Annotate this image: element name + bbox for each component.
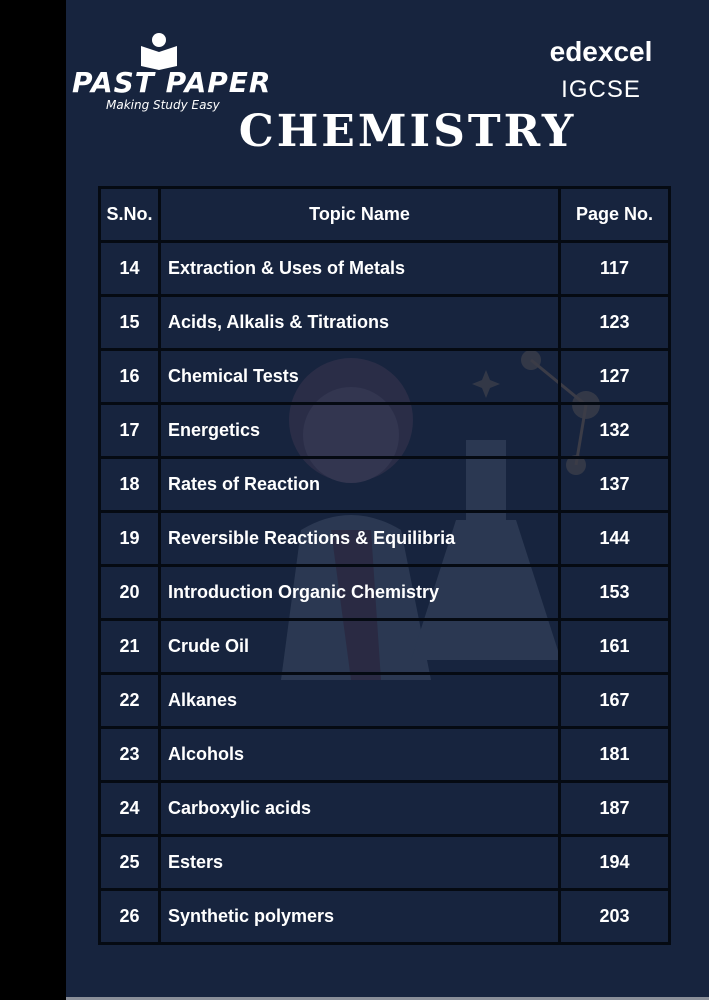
row-page: 194 [558, 834, 671, 891]
row-topic: Alcohols [158, 726, 561, 783]
row-page: 161 [558, 618, 671, 675]
book-reader-logo-icon [141, 33, 177, 70]
row-sno: 15 [98, 294, 161, 351]
row-page: 181 [558, 726, 671, 783]
row-topic: Acids, Alkalis & Titrations [158, 294, 561, 351]
row-sno: 17 [98, 402, 161, 459]
table-row: 24 Carboxylic acids 187 [98, 780, 671, 837]
header-topic: Topic Name [158, 186, 561, 243]
row-sno: 23 [98, 726, 161, 783]
row-page: 167 [558, 672, 671, 729]
row-sno: 16 [98, 348, 161, 405]
row-page: 203 [558, 888, 671, 945]
row-page: 117 [558, 240, 671, 297]
row-sno: 19 [98, 510, 161, 567]
table-row: 17 Energetics 132 [98, 402, 671, 459]
row-sno: 18 [98, 456, 161, 513]
row-topic: Extraction & Uses of Metals [158, 240, 561, 297]
row-page: 123 [558, 294, 671, 351]
table-row: 22 Alkanes 167 [98, 672, 671, 729]
table-row: 25 Esters 194 [98, 834, 671, 891]
logo-name: PAST PAPER [72, 66, 272, 99]
row-sno: 14 [98, 240, 161, 297]
row-sno: 25 [98, 834, 161, 891]
row-topic: Carboxylic acids [158, 780, 561, 837]
row-page: 137 [558, 456, 671, 513]
row-page: 144 [558, 510, 671, 567]
exam-board: edexcel [549, 36, 653, 67]
row-topic: Chemical Tests [158, 348, 561, 405]
row-topic: Synthetic polymers [158, 888, 561, 945]
row-topic: Crude Oil [158, 618, 561, 675]
row-sno: 22 [98, 672, 161, 729]
row-topic: Energetics [158, 402, 561, 459]
row-topic: Alkanes [158, 672, 561, 729]
table-row: 14 Extraction & Uses of Metals 117 [98, 240, 671, 297]
header-sno: S.No. [98, 186, 161, 243]
table-body: 14 Extraction & Uses of Metals 117 15 Acids,… [98, 240, 671, 945]
row-page: 132 [558, 402, 671, 459]
header-page: Page No. [558, 186, 671, 243]
row-topic: Esters [158, 834, 561, 891]
table-row: 15 Acids, Alkalis & Titrations 123 [98, 294, 671, 351]
row-page: 153 [558, 564, 671, 621]
table-row: 23 Alcohols 181 [98, 726, 671, 783]
row-topic: Introduction Organic Chemistry [158, 564, 561, 621]
table-header-row: S.No. Topic Name Page No. [98, 186, 671, 243]
table-row: 21 Crude Oil 161 [98, 618, 671, 675]
row-page: 127 [558, 348, 671, 405]
row-sno: 21 [98, 618, 161, 675]
table-row: 19 Reversible Reactions & Equilibria 144 [98, 510, 671, 567]
row-page: 187 [558, 780, 671, 837]
table-row: 26 Synthetic polymers 203 [98, 888, 671, 945]
row-topic: Rates of Reaction [158, 456, 561, 513]
table-row: 16 Chemical Tests 127 [98, 348, 671, 405]
page-title: CHEMISTRY [238, 106, 577, 157]
table-row: 18 Rates of Reaction 137 [98, 456, 671, 513]
table-row: 20 Introduction Organic Chemistry 153 [98, 564, 671, 621]
table-of-contents: S.No. Topic Name Page No. 14 Extraction &… [98, 186, 671, 945]
row-topic: Reversible Reactions & Equilibria [158, 510, 561, 567]
qualification-level: IGCSE [561, 76, 641, 103]
row-sno: 24 [98, 780, 161, 837]
row-sno: 26 [98, 888, 161, 945]
row-sno: 20 [98, 564, 161, 621]
